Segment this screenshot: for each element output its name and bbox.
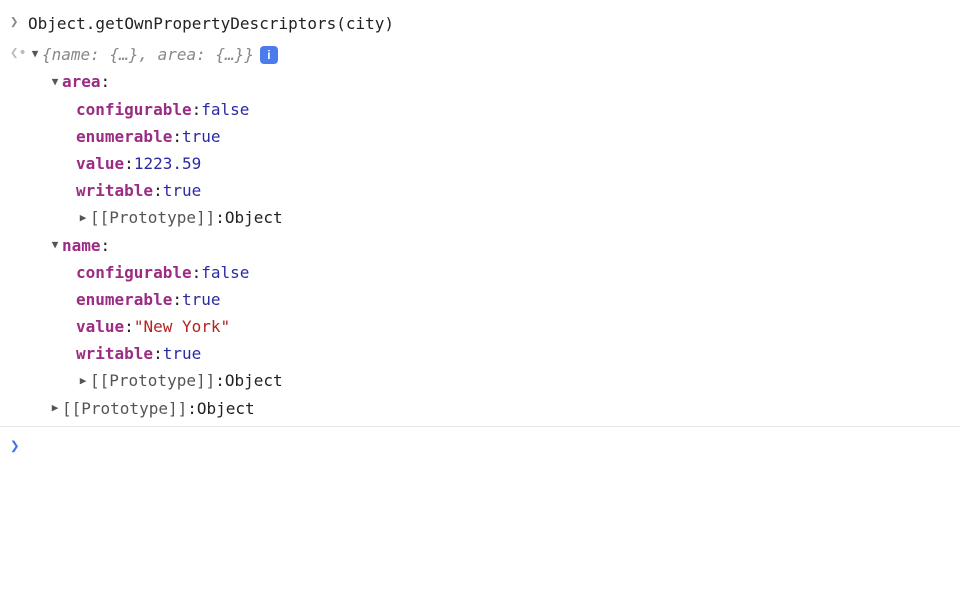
- object-tree: ▼ {name: {…}, area: {…}} i ▼ area: confi…: [28, 41, 950, 422]
- property-value: true: [163, 177, 202, 204]
- prototype-key: [[Prototype]]: [62, 395, 187, 422]
- property-area-row[interactable]: ▼ area:: [28, 68, 950, 95]
- property-row[interactable]: value: 1223.59: [28, 150, 950, 177]
- console-output-line: ❮• ▼ {name: {…}, area: {…}} i ▼ area: co…: [0, 39, 960, 424]
- property-name: name: [62, 232, 101, 259]
- preview-sep: ,: [138, 45, 157, 64]
- property-value: false: [201, 259, 249, 286]
- input-chevron-icon: ❯: [10, 10, 28, 35]
- preview-key: area:: [158, 45, 206, 64]
- prototype-row[interactable]: ▶ [[Prototype]]: Object: [28, 367, 950, 394]
- expand-arrow-right-icon[interactable]: ▶: [76, 372, 90, 391]
- property-name-row[interactable]: ▼ name:: [28, 232, 950, 259]
- prototype-row[interactable]: ▶ [[Prototype]]: Object: [28, 204, 950, 231]
- property-key: value: [76, 150, 124, 177]
- property-row[interactable]: configurable: false: [28, 96, 950, 123]
- property-value: true: [182, 123, 221, 150]
- property-key: value: [76, 313, 124, 340]
- preview-val: {…}: [100, 45, 139, 64]
- prompt-chevron-icon: ❯: [10, 431, 28, 459]
- prototype-key: [[Prototype]]: [90, 204, 215, 231]
- property-value: "New York": [134, 313, 230, 340]
- prototype-row[interactable]: ▶ [[Prototype]]: Object: [28, 395, 950, 422]
- property-value: 1223.59: [134, 150, 201, 177]
- output-chevron-icon: ❮•: [10, 41, 28, 66]
- prototype-key: [[Prototype]]: [90, 367, 215, 394]
- preview-brace-open: {: [42, 45, 52, 64]
- property-key: writable: [76, 177, 153, 204]
- property-row[interactable]: writable: true: [28, 177, 950, 204]
- prototype-value: Object: [197, 395, 255, 422]
- property-key: configurable: [76, 96, 192, 123]
- info-icon[interactable]: i: [260, 46, 278, 64]
- property-value: true: [163, 340, 202, 367]
- preview-val: {…}: [206, 45, 245, 64]
- property-value: false: [201, 96, 249, 123]
- property-key: enumerable: [76, 286, 172, 313]
- root-row[interactable]: ▼ {name: {…}, area: {…}} i: [28, 41, 950, 68]
- expand-arrow-right-icon[interactable]: ▶: [76, 209, 90, 228]
- preview-key: name:: [52, 45, 100, 64]
- property-row[interactable]: enumerable: true: [28, 286, 950, 313]
- preview-brace-close: }: [244, 45, 254, 64]
- console-input-text: Object.getOwnPropertyDescriptors(city): [28, 10, 394, 37]
- expand-arrow-right-icon[interactable]: ▶: [48, 399, 62, 418]
- console-prompt-line[interactable]: ❯: [0, 427, 960, 463]
- expand-arrow-down-icon[interactable]: ▼: [48, 73, 62, 92]
- object-preview: {name: {…}, area: {…}}: [42, 41, 254, 68]
- prototype-value: Object: [225, 204, 283, 231]
- expand-arrow-down-icon[interactable]: ▼: [48, 236, 62, 255]
- property-value: true: [182, 286, 221, 313]
- expand-arrow-down-icon[interactable]: ▼: [28, 45, 42, 64]
- property-name: area: [62, 68, 101, 95]
- property-key: writable: [76, 340, 153, 367]
- property-row[interactable]: value: "New York": [28, 313, 950, 340]
- property-row[interactable]: enumerable: true: [28, 123, 950, 150]
- property-key: configurable: [76, 259, 192, 286]
- property-key: enumerable: [76, 123, 172, 150]
- property-row[interactable]: configurable: false: [28, 259, 950, 286]
- prototype-value: Object: [225, 367, 283, 394]
- property-row[interactable]: writable: true: [28, 340, 950, 367]
- console-input-line: ❯ Object.getOwnPropertyDescriptors(city): [0, 8, 960, 39]
